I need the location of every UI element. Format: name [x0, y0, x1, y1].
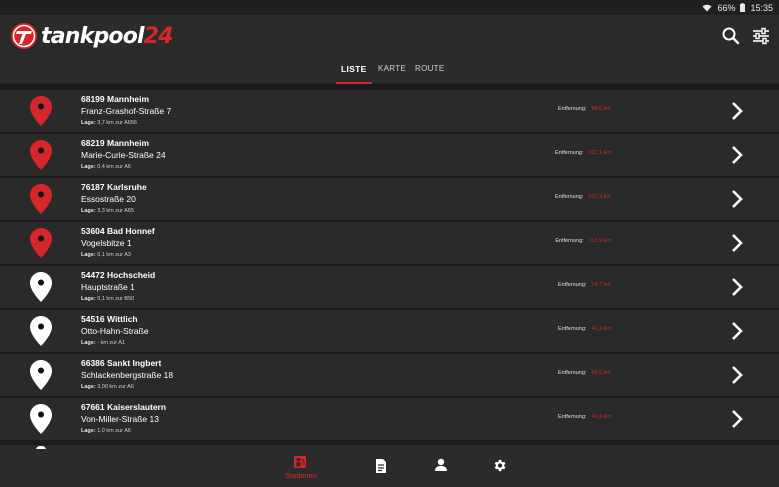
brand-logo: tankpool24	[10, 21, 174, 51]
brand-logo-mark-icon	[11, 23, 37, 49]
tab-route[interactable]: ROUTE	[415, 64, 445, 82]
station-row[interactable]: 67661 Kaiserslautern Von-Miller-Straße 1…	[0, 398, 779, 440]
chevron-right-icon[interactable]	[728, 188, 746, 210]
chevron-right-icon[interactable]	[728, 232, 746, 254]
station-city: 66386 Sankt Ingbert	[81, 358, 162, 368]
station-street: Vogelsbitze 1	[81, 238, 132, 248]
tab-liste[interactable]: LISTE	[336, 64, 372, 84]
station-street: Franz-Grashof-Straße 7	[81, 106, 172, 116]
battery-percent: 66%	[717, 2, 736, 13]
map-pin-white-icon	[30, 360, 52, 390]
station-row[interactable]: 54516 Wittlich Otto-Hahn-Straße Lage: - …	[0, 310, 779, 352]
station-city: 53604 Bad Honnef	[81, 226, 155, 236]
station-row[interactable]: 68219 Mannheim Marie-Curie-Straße 24 Lag…	[0, 134, 779, 176]
station-distance: Entfernung: 42,6 km	[557, 370, 611, 376]
chevron-right-icon[interactable]	[728, 276, 746, 298]
map-pin-red-icon	[30, 140, 52, 170]
map-pin-white-icon	[30, 404, 52, 434]
nav-label-stationen[interactable]: Stationen	[280, 471, 322, 480]
station-location: Lage: 3,3 km zur A65	[81, 208, 134, 214]
map-pin-white-icon	[30, 316, 52, 346]
station-street: Hauptstraße 1	[81, 282, 135, 292]
station-city: 54472 Hochscheid	[81, 270, 156, 280]
gear-icon[interactable]	[492, 458, 507, 473]
map-pin-red-icon	[30, 96, 52, 126]
station-row[interactable]: 76187 Karlsruhe Essostraße 20 Lage: 3,3 …	[0, 178, 779, 220]
station-list: 68199 Mannheim Franz-Grashof-Straße 7 La…	[0, 88, 779, 448]
station-location: Lage: 3,7 km zur A656	[81, 120, 137, 126]
map-pin-red-icon	[30, 184, 52, 214]
app-bar: tankpool24	[0, 15, 779, 60]
station-distance: Entfernung: 41,3 km	[557, 326, 611, 332]
status-bar: 66% 15:35	[0, 0, 779, 15]
station-distance: Entfernung: 42,8 km	[557, 414, 611, 420]
wifi-icon	[702, 4, 712, 11]
map-pin-red-icon	[30, 228, 52, 258]
chevron-right-icon[interactable]	[728, 320, 746, 342]
chevron-right-icon[interactable]	[728, 408, 746, 430]
clock: 15:35	[750, 2, 773, 13]
person-icon[interactable]	[434, 458, 448, 472]
station-location: Lage: - km zur A1	[81, 340, 126, 346]
document-icon[interactable]	[374, 458, 388, 474]
station-street: Marie-Curie-Straße 24	[81, 150, 166, 160]
station-distance: Entfernung: 102,1 km	[554, 150, 611, 156]
station-city: 68199 Mannheim	[81, 94, 150, 104]
station-city: 67661 Kaiserslautern	[81, 402, 167, 412]
station-street: Schlackenbergstraße 18	[81, 370, 174, 380]
active-tab-indicator	[336, 82, 372, 84]
fuel-pump-icon[interactable]	[293, 455, 307, 469]
station-street: Von-Miller-Straße 13	[81, 414, 159, 424]
chevron-right-icon[interactable]	[728, 100, 746, 122]
station-row[interactable]: 53604 Bad Honnef Vogelsbitze 1 Lage: 0,1…	[0, 222, 779, 264]
tab-karte[interactable]: KARTE	[378, 64, 406, 82]
station-distance: Entfernung: 110,9 km	[555, 238, 611, 244]
station-location: Lage: 0,1 km zur B50	[81, 296, 135, 302]
sliders-icon[interactable]	[750, 25, 772, 47]
station-street: Essostraße 20	[81, 194, 136, 204]
station-street: Otto-Hahn-Straße	[81, 326, 149, 336]
brand-wordmark: tankpool24	[41, 23, 174, 49]
chevron-right-icon[interactable]	[728, 144, 746, 166]
battery-icon	[740, 3, 746, 12]
station-city: 54516 Wittlich	[81, 314, 138, 324]
bottom-navigation: Stationen	[0, 449, 779, 487]
station-location: Lage: 0,1 km zur A3	[81, 252, 131, 258]
view-tabs: LISTE KARTE ROUTE	[0, 60, 779, 84]
station-distance: Entfernung: 24,7 km	[557, 282, 611, 288]
search-icon[interactable]	[720, 25, 742, 47]
station-location: Lage: 3,00 km zur A6	[81, 384, 134, 390]
station-row[interactable]: 68199 Mannheim Franz-Grashof-Straße 7 La…	[0, 90, 779, 132]
station-distance: Entfernung: 107,9 km	[554, 194, 611, 200]
map-pin-white-icon	[30, 272, 52, 302]
station-location: Lage: 0,4 km zur A6	[81, 164, 131, 170]
station-row[interactable]: 66386 Sankt Ingbert Schlackenbergstraße …	[0, 354, 779, 396]
station-location: Lage: 1,0 km zur A6	[81, 428, 131, 434]
station-city: 68219 Mannheim	[81, 138, 150, 148]
station-city: 76187 Karlsruhe	[81, 182, 147, 192]
chevron-right-icon[interactable]	[728, 364, 746, 386]
station-row[interactable]: 54472 Hochscheid Hauptstraße 1 Lage: 0,1…	[0, 266, 779, 308]
station-distance: Entfernung: 98,6 km	[557, 106, 611, 112]
